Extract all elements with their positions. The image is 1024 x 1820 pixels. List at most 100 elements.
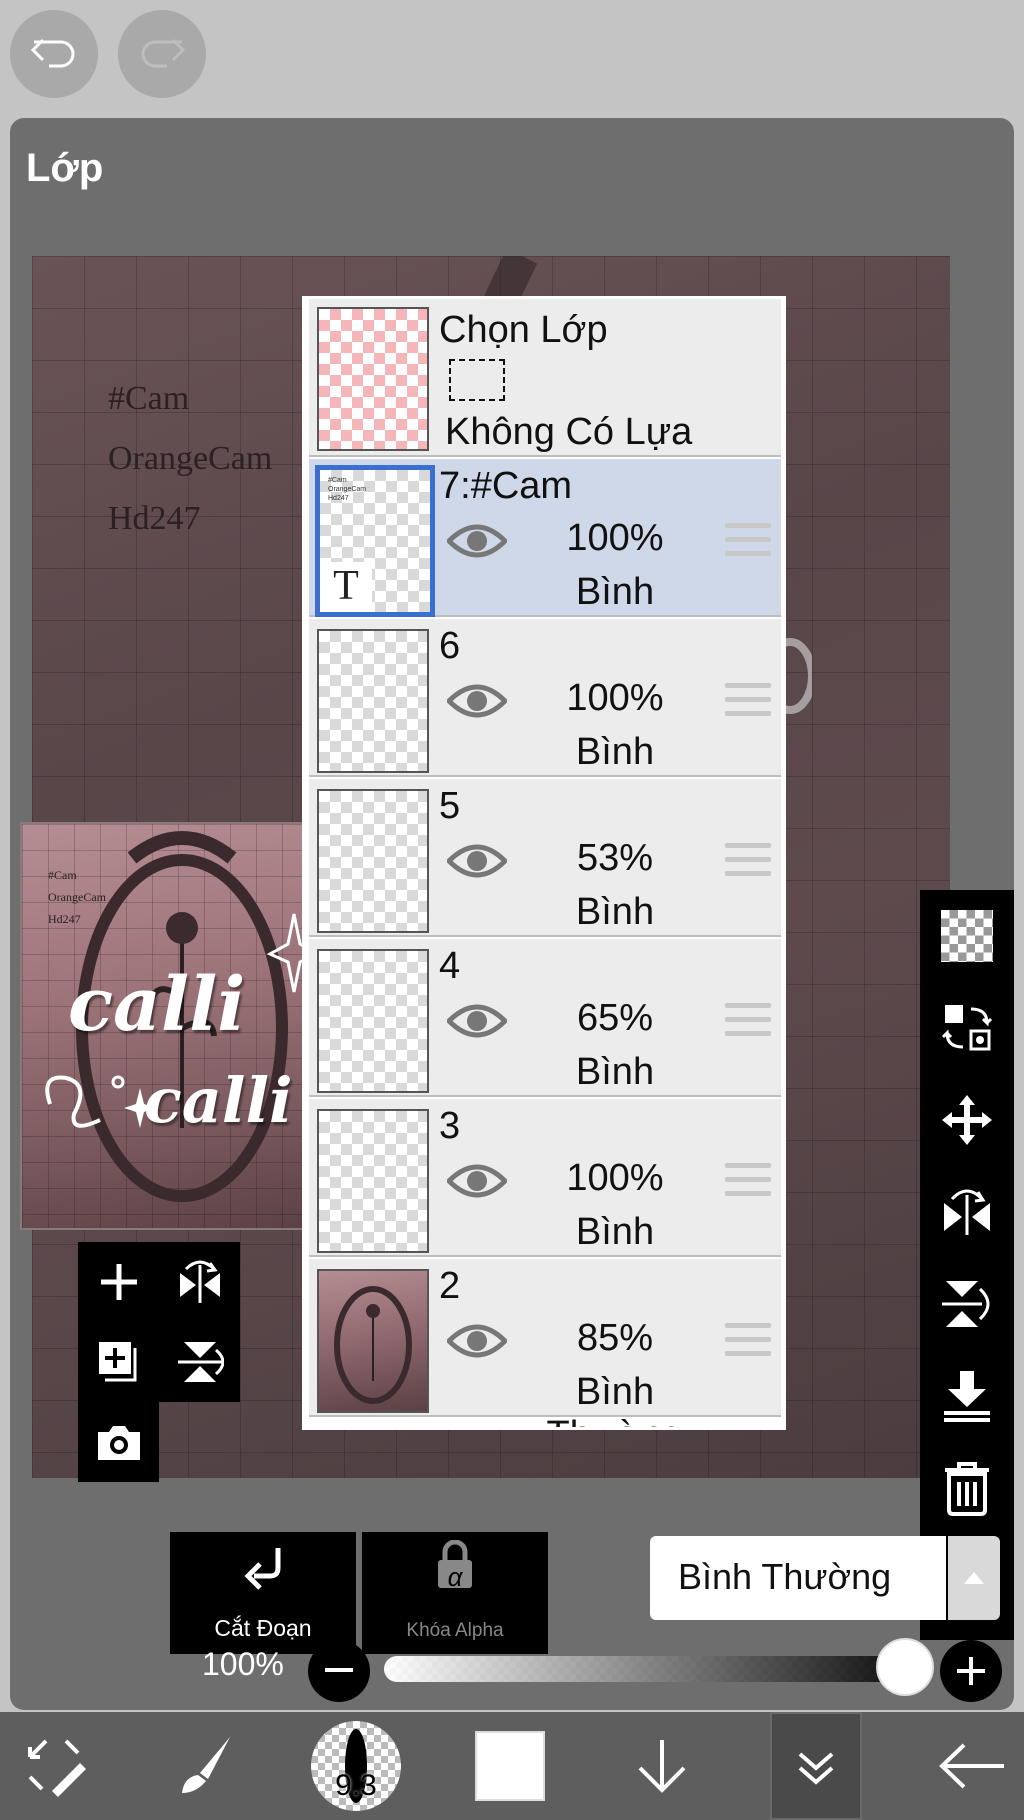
layer-row[interactable]: 6 100% Bình Thường (309, 619, 781, 816)
eye-icon[interactable] (447, 1001, 507, 1041)
layer-thumbnail: #Cam OrangeCam Hd247 T (315, 465, 435, 617)
drag-handle-icon[interactable] (725, 683, 771, 719)
mirror-thumb-art (334, 1286, 412, 1404)
merge-down-button[interactable] (920, 1350, 1014, 1442)
merge-down-icon (944, 1371, 990, 1422)
opacity-decrease-button[interactable] (308, 1640, 370, 1702)
layer-name: 2 (439, 1265, 461, 1307)
flip-horizontal-icon (179, 1260, 220, 1303)
layer-opacity: 65% (576, 997, 654, 1039)
brush-size-value: 9.3 (335, 1769, 377, 1802)
duplicate-layer-icon (98, 1342, 136, 1382)
layer-thumbnail (317, 629, 429, 773)
eye-icon[interactable] (447, 521, 507, 561)
transparency-button[interactable] (920, 890, 1014, 982)
eye-icon[interactable] (447, 1321, 507, 1361)
layer-name: 7:#Cam (439, 465, 573, 507)
delete-layer-button[interactable] (920, 1442, 1014, 1534)
camera-icon (97, 1426, 140, 1460)
blend-mode-dropdown-button[interactable] (948, 1536, 1000, 1620)
canvas-preview-thumbnail[interactable]: #Cam OrangeCam Hd247 calli calli (20, 822, 330, 1230)
layer-row[interactable]: 5 53% Bình Thường (309, 779, 781, 976)
layer-thumbnail (317, 789, 429, 933)
opacity-increase-button[interactable] (940, 1640, 1002, 1702)
caret-up-icon (964, 1572, 984, 1584)
selection-layer-row[interactable]: Chọn Lớp Không Có Lựa Chọn (309, 299, 781, 496)
selection-layer-title: Chọn Lớp (439, 309, 608, 351)
move-arrows-icon (942, 1095, 992, 1145)
flip-vertical-icon (177, 1342, 224, 1382)
layer-opacity: 100% (566, 1157, 664, 1199)
transform-tool-button[interactable] (10, 1712, 100, 1820)
layer-opacity: 53% (576, 837, 654, 879)
thumb-text-line: OrangeCam (48, 890, 106, 904)
flip-horizontal-button[interactable] (920, 1166, 1014, 1258)
sparkle-doodle (45, 913, 322, 1128)
bottom-toolbar: 9.3 (0, 1712, 1024, 1820)
duplicate-layer-button[interactable] (78, 1322, 159, 1402)
layer-opacity: 85% (576, 1317, 654, 1359)
layer-blend-mode: Bình Thường (547, 1371, 684, 1427)
selection-marquee-icon (449, 359, 505, 401)
app-root: Lớp #Cam OrangeCam Hd247 #Cam OrangeCam … (0, 0, 1024, 1820)
convert-layer-button[interactable] (920, 982, 1014, 1074)
eye-icon[interactable] (447, 681, 507, 721)
brush-size-button[interactable]: 9.3 (308, 1712, 404, 1820)
layer-row[interactable]: 2 85% Bình Thường (309, 1259, 781, 1427)
camera-button[interactable] (78, 1402, 159, 1482)
arrow-down-icon (638, 1740, 686, 1793)
panel-title: Lớp (26, 146, 104, 190)
layer-row[interactable]: 3 100% Bình Thường (309, 1099, 781, 1296)
opacity-slider-track[interactable] (384, 1656, 914, 1682)
minus-icon (325, 1668, 353, 1672)
plus-icon (957, 1657, 985, 1685)
trash-icon (945, 1462, 989, 1516)
flip-horizontal-icon (944, 1189, 990, 1235)
layer-name: 6 (439, 625, 461, 667)
canvas-text-line: Hd247 (108, 500, 201, 537)
color-swatch-button[interactable] (468, 1712, 552, 1820)
layer-name: 3 (439, 1105, 461, 1147)
alpha-symbol: α (447, 1562, 463, 1592)
flip-horizontal-button[interactable] (159, 1242, 240, 1322)
flip-vertical-icon (942, 1281, 990, 1327)
opacity-slider-knob[interactable] (876, 1638, 934, 1696)
clipping-label: Cắt Đoạn (214, 1615, 312, 1641)
back-button[interactable] (926, 1712, 1016, 1820)
layer-opacity: 100% (566, 677, 664, 719)
alpha-lock-label: Khóa Alpha (406, 1620, 504, 1641)
brush-tool-button[interactable] (160, 1712, 250, 1820)
selection-layer-thumbnail (317, 307, 429, 451)
eye-icon[interactable] (447, 1161, 507, 1201)
alpha-lock-button[interactable]: α Khóa Alpha (362, 1532, 548, 1654)
layer-list[interactable]: Chọn Lớp Không Có Lựa Chọn #CamOrangeCam… (302, 296, 786, 1430)
layer-down-button[interactable] (622, 1712, 702, 1820)
transform-eraser-icon (28, 1739, 86, 1797)
layer-row[interactable]: 4 65% Bình Thường (309, 939, 781, 1136)
eye-icon[interactable] (447, 841, 507, 881)
drag-handle-icon[interactable] (725, 1163, 771, 1199)
layer-opacity: 100% (566, 517, 664, 559)
undo-button[interactable] (10, 10, 98, 98)
layer-row[interactable]: #CamOrangeCamHd247 T 7:#Cam 100% Bình Th… (309, 459, 781, 656)
brush-size-preview: 9.3 (311, 1721, 401, 1811)
drag-handle-icon[interactable] (725, 1323, 771, 1359)
flip-vertical-button[interactable] (920, 1258, 1014, 1350)
layers-panel-button[interactable] (770, 1712, 862, 1820)
layer-quick-tools (78, 1242, 240, 1402)
clipping-arrow-icon (244, 1548, 281, 1590)
blend-mode-select[interactable]: Bình Thường (650, 1536, 946, 1620)
layer-thumbnail (317, 1269, 429, 1413)
redo-button[interactable] (118, 10, 206, 98)
drag-handle-icon[interactable] (725, 523, 771, 559)
text-layer-badge: T (320, 562, 372, 612)
opacity-value-label: 100% (202, 1646, 284, 1682)
move-button[interactable] (920, 1074, 1014, 1166)
add-layer-button[interactable] (78, 1242, 159, 1322)
thumb-text-line: #Cam (48, 868, 77, 882)
layer-panel: Lớp #Cam OrangeCam Hd247 #Cam OrangeCam … (10, 118, 1014, 1710)
drag-handle-icon[interactable] (725, 843, 771, 879)
flip-vertical-button[interactable] (159, 1322, 240, 1402)
drag-handle-icon[interactable] (725, 1003, 771, 1039)
clipping-button[interactable]: Cắt Đoạn (170, 1532, 356, 1654)
